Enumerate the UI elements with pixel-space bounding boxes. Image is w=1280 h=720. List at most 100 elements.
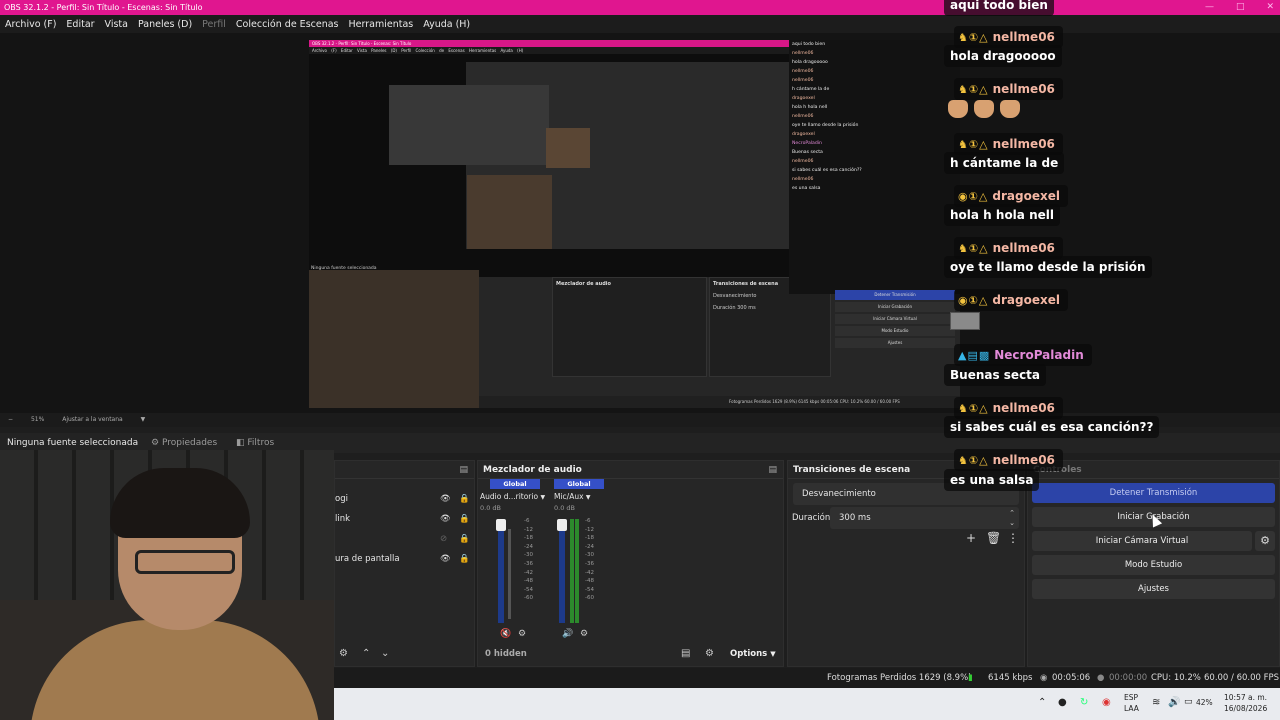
scale-tick: -48 xyxy=(585,578,594,585)
lock-icon[interactable]: 🔒 xyxy=(459,509,470,529)
nested-chat-line: Buenas secta xyxy=(792,150,823,155)
menu-archivo[interactable]: Archivo (F) xyxy=(5,19,56,30)
source-item[interactable]: ogi 👁 🔒 xyxy=(335,489,476,509)
chevron-down-icon[interactable]: ▼ xyxy=(141,416,146,423)
mic-icon[interactable]: ◉ xyxy=(1102,697,1111,708)
battery-percent: 42% xyxy=(1196,698,1213,707)
sync-icon[interactable]: ↻ xyxy=(1080,697,1088,708)
nested-status: Fotogramas Perdidos 1629 (8.9%) 6145 kbp… xyxy=(479,396,960,408)
zoom-fit-label[interactable]: Ajustar a la ventana xyxy=(62,416,123,423)
eye-icon[interactable]: 👁 xyxy=(440,509,451,529)
lock-icon[interactable]: 🔒 xyxy=(459,549,470,569)
channel-name[interactable]: Mic/Aux ▼ xyxy=(554,492,604,501)
nested-chat-line: h cántame la de xyxy=(792,87,830,92)
menu-perfil[interactable]: Perfil xyxy=(202,19,226,30)
channel-name[interactable]: Audio d...ritorio ▼ xyxy=(480,492,552,501)
filters-label: Filtros xyxy=(247,438,275,448)
duration-stepper[interactable]: 300 ms ⌃ ⌄ xyxy=(830,507,1019,529)
nested-controls: Detener Transmisión Iniciar Grabación In… xyxy=(835,290,955,370)
badge-icons: ♞①△ xyxy=(958,30,989,44)
chevron-down-icon: ▼ xyxy=(770,650,776,658)
menu-vista[interactable]: Vista xyxy=(105,19,128,30)
add-icon[interactable]: + xyxy=(966,531,976,545)
gear-icon[interactable]: ⚙ xyxy=(339,642,348,666)
nested-virtualcam-button: Iniciar Cámara Virtual xyxy=(835,314,955,324)
wifi-icon[interactable]: ≋ xyxy=(1152,697,1160,708)
layout-icon[interactable]: ▤ xyxy=(681,642,690,666)
volume-slider-handle[interactable] xyxy=(557,519,567,531)
source-item[interactable]: ⊘ 🔒 xyxy=(335,529,476,549)
mixer-channel-mic: Global Mic/Aux ▼ 0.0 dB xyxy=(554,479,604,512)
transitions-title-text: Transiciones de escena xyxy=(793,465,911,475)
scale-tick: -6 xyxy=(585,518,591,524)
studio-mode-button[interactable]: Modo Estudio xyxy=(1032,555,1275,575)
zoom-out-icon[interactable]: − xyxy=(8,416,13,423)
nested-inner-preview-2 xyxy=(389,85,549,165)
nested-chat-line: hola h hola nell xyxy=(792,105,828,110)
channel-db: 0.0 dB xyxy=(554,504,575,512)
scale-tick: -54 xyxy=(524,586,533,593)
options-button[interactable]: Options ▼ xyxy=(730,642,776,666)
gear-icon[interactable]: ⚙ xyxy=(1255,531,1275,551)
clock-date[interactable]: 16/08/2026 xyxy=(1224,704,1267,713)
eye-icon[interactable]: 👁 xyxy=(440,489,451,509)
volume-icon[interactable]: 🔊 xyxy=(1168,697,1180,708)
scale-tick: -12 xyxy=(524,526,533,533)
source-item[interactable]: ura de pantalla 👁 🔒 xyxy=(335,549,476,569)
chevron-up-icon[interactable]: ⌃ xyxy=(1038,697,1046,708)
chat-username-text: dragoexel xyxy=(992,189,1060,203)
chat-username: ◉①△ dragoexel xyxy=(954,289,1068,311)
badge-icons: ♞①△ xyxy=(958,82,989,96)
gear-icon: ⚙ xyxy=(151,438,160,448)
nested-settings-button: Ajustes xyxy=(835,338,955,348)
badge-icons: ♞①△ xyxy=(958,453,989,467)
nested-chat-user: nellme06 xyxy=(792,51,814,56)
source-item[interactable]: link 👁 🔒 xyxy=(335,509,476,529)
eye-hidden-icon[interactable]: ⊘ xyxy=(440,529,447,549)
speaker-icon[interactable]: 🔊 xyxy=(562,629,573,639)
chat-message-text: hola h hola nell xyxy=(944,204,1060,226)
gear-icon[interactable]: ⚙ xyxy=(580,629,588,639)
clock-time[interactable]: 10:57 a. m. xyxy=(1224,693,1267,702)
more-icon[interactable]: ⋮ xyxy=(1007,531,1019,545)
muted-speaker-icon[interactable]: 🔇 xyxy=(500,629,511,639)
chat-emotes xyxy=(948,98,1020,120)
menu-ayuda[interactable]: Ayuda (H) xyxy=(423,19,470,30)
settings-button[interactable]: Ajustes xyxy=(1032,579,1275,599)
gear-icon[interactable]: ⚙ xyxy=(705,642,714,666)
language-label[interactable]: ESP xyxy=(1124,693,1138,702)
eye-icon[interactable]: 👁 xyxy=(440,549,451,569)
menu-coleccion-escenas[interactable]: Colección de Escenas xyxy=(236,19,339,30)
menu-editar[interactable]: Editar xyxy=(66,19,94,30)
trash-icon[interactable]: 🗑 xyxy=(986,531,1001,545)
start-virtual-camera-button[interactable]: Iniciar Cámara Virtual xyxy=(1032,531,1252,551)
nested-preview-capture: OBS 32.1.2 - Perfil: Sin Título - Escena… xyxy=(309,40,960,408)
scale-tick: -30 xyxy=(585,552,594,559)
stream-icon: ◉ xyxy=(1040,673,1048,683)
menu-paneles[interactable]: Paneles (D) xyxy=(138,19,192,30)
battery-icon[interactable]: ▭ xyxy=(1184,697,1193,707)
badge-icons: ▲▤▩ xyxy=(958,348,991,362)
chat-username-text: nellme06 xyxy=(992,30,1055,44)
rec-time: 00:00:00 xyxy=(1109,673,1148,683)
move-up-icon[interactable]: ⌃ xyxy=(362,642,370,666)
undock-icon[interactable]: ▤ xyxy=(768,461,777,479)
emote-icon xyxy=(1000,100,1020,118)
chat-username-text: dragoexel xyxy=(992,293,1060,307)
volume-meter[interactable] xyxy=(496,519,506,623)
undock-icon[interactable]: ▤ xyxy=(459,461,468,479)
volume-meter[interactable] xyxy=(557,519,567,623)
menu-herramientas[interactable]: Herramientas xyxy=(349,19,414,30)
scale-tick: -54 xyxy=(585,586,594,593)
app-icon[interactable]: ● xyxy=(1058,697,1067,708)
nested-chat-user: nellme06 xyxy=(792,78,814,83)
gear-icon[interactable]: ⚙ xyxy=(518,629,526,639)
filter-icon: ◧ xyxy=(236,438,245,448)
volume-slider-handle[interactable] xyxy=(496,519,506,531)
nested-chat-line: hola dragooooo xyxy=(792,60,828,65)
lock-icon[interactable]: 🔒 xyxy=(459,489,470,509)
move-down-icon[interactable]: ⌄ xyxy=(381,642,389,666)
bitrate: 6145 kbps xyxy=(988,673,1033,683)
nested-chat-user: nellme06 xyxy=(792,69,814,74)
lock-icon[interactable]: 🔒 xyxy=(459,529,470,549)
